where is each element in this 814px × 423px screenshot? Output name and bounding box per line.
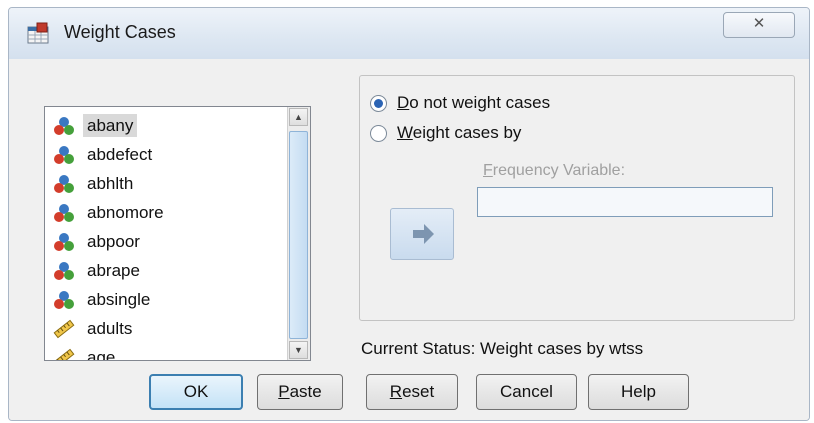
variable-list-scrollbar[interactable]: ▲ ▼ [287, 107, 310, 360]
variable-name: adults [87, 319, 133, 338]
weight-cases-app-icon [27, 22, 49, 44]
nominal-variable-icon [53, 203, 75, 223]
nominal-variable-icon [53, 261, 75, 281]
nominal-variable-icon [53, 116, 75, 136]
weight-cases-by-radio[interactable] [370, 125, 387, 142]
variable-name: abhlth [87, 174, 134, 193]
variable-name: age [87, 348, 116, 361]
do-not-weight-radio[interactable] [370, 95, 387, 112]
move-arrow-icon [413, 224, 434, 244]
variable-list-item[interactable]: abpoor [49, 229, 299, 255]
variable-name: abrape [87, 261, 140, 280]
scroll-up-button[interactable]: ▲ [289, 108, 308, 126]
scale-variable-icon [53, 348, 75, 360]
frequency-variable-field[interactable] [477, 187, 773, 217]
weight-cases-dialog: Weight Cases ✕ abany abdefect abhlth abnomo… [8, 7, 810, 421]
cancel-button[interactable]: Cancel [476, 374, 577, 410]
variable-list-item[interactable]: abdefect [49, 142, 299, 168]
variable-list-item[interactable]: age [49, 345, 299, 361]
scroll-down-button[interactable]: ▼ [289, 341, 308, 359]
variable-name: abpoor [87, 232, 140, 251]
variable-name: abdefect [87, 145, 153, 164]
nominal-variable-icon [53, 174, 75, 194]
frequency-variable-label: Frequency Variable: [483, 162, 626, 179]
variable-name: abnomore [87, 203, 164, 222]
variable-list-item[interactable]: abnomore [49, 200, 299, 226]
weight-cases-by-label[interactable]: Weight cases by [397, 123, 521, 143]
variable-list-item[interactable]: abrape [49, 258, 299, 284]
nominal-variable-icon [53, 290, 75, 310]
dialog-body: abany abdefect abhlth abnomore abpoor abrape a… [9, 59, 809, 420]
variable-list-item[interactable]: absingle [49, 287, 299, 313]
paste-button[interactable]: Paste [257, 374, 343, 410]
current-status-text: Current Status: Weight cases by wtss [361, 339, 644, 358]
variable-list-item[interactable]: abany [49, 113, 299, 139]
variable-name: absingle [87, 290, 151, 309]
reset-button[interactable]: Reset [366, 374, 458, 410]
help-button[interactable]: Help [588, 374, 689, 410]
variable-name: abany [83, 114, 138, 137]
ok-button[interactable]: OK [149, 374, 243, 410]
dialog-title: Weight Cases [64, 22, 176, 42]
scroll-thumb[interactable] [289, 131, 308, 339]
move-variable-button[interactable] [390, 208, 454, 260]
close-button[interactable]: ✕ [723, 12, 795, 38]
title-bar[interactable]: Weight Cases ✕ [9, 8, 809, 59]
do-not-weight-label[interactable]: Do not weight cases [397, 93, 550, 113]
variable-list-item[interactable]: abhlth [49, 171, 299, 197]
nominal-variable-icon [53, 232, 75, 252]
scale-variable-icon [53, 319, 75, 339]
close-icon: ✕ [752, 15, 766, 32]
nominal-variable-icon [53, 145, 75, 165]
variable-list[interactable]: abany abdefect abhlth abnomore abpoor abrape a… [44, 106, 311, 361]
variable-list-item[interactable]: adults [49, 316, 299, 342]
